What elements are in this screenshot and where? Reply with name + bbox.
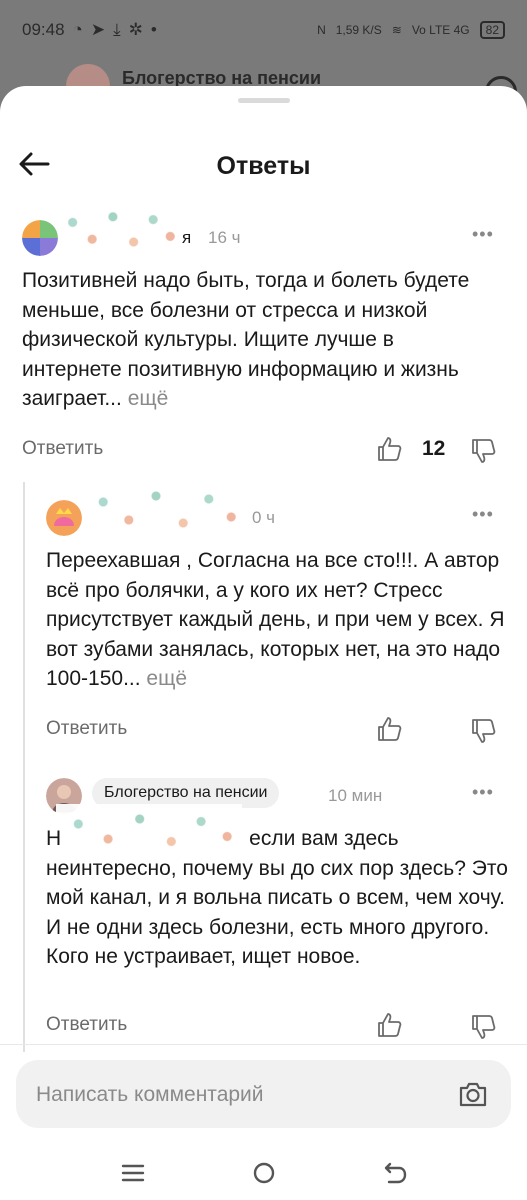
comment-text: Переехавшая , Согласна на все сто!!!. А …: [46, 549, 505, 690]
author-name-obscured: [84, 478, 244, 538]
more-dots-icon[interactable]: •••: [472, 224, 494, 245]
more-dots-icon[interactable]: •••: [472, 504, 494, 525]
comment-actions: Ответить: [0, 1006, 527, 1046]
thumb-up-icon[interactable]: [376, 436, 402, 462]
replies-sheet: Ответы я 16 ч ••• Позитивней надо быть, …: [0, 86, 527, 1200]
comment-actions: Ответить 12: [0, 430, 527, 470]
status-time: 09:48: [22, 20, 65, 39]
sheet-handle[interactable]: [238, 98, 290, 103]
comment-input-box[interactable]: [16, 1060, 511, 1130]
settings-icon: ✲: [128, 20, 143, 39]
battery-icon: 82: [479, 21, 505, 39]
avatar[interactable]: [46, 500, 82, 536]
more-dots-icon[interactable]: •••: [472, 782, 494, 803]
nfc-icon: N: [317, 23, 326, 37]
author-name-obscured: [58, 200, 180, 256]
download-icon: ⤓: [113, 20, 121, 39]
input-divider: [0, 1044, 527, 1045]
home-circle-icon[interactable]: [249, 1158, 279, 1188]
wifi-icon: ≋: [391, 23, 402, 37]
thumb-up-icon[interactable]: [376, 1012, 402, 1038]
comment-text: Несли вам здесь неинтересно, почему вы д…: [46, 827, 508, 968]
whatsapp-icon: ◔: [72, 20, 83, 39]
comment-time: 0 ч: [252, 508, 276, 527]
comment-time: 10 мин: [328, 786, 383, 805]
show-more-link[interactable]: ещё: [128, 387, 169, 410]
status-bar: 09:48 ◔ ➤ ⤓ ✲ • N 1,59 K/S ≋ Vo LTE 4G 8…: [0, 0, 527, 60]
comment-actions: Ответить: [0, 710, 527, 750]
thumb-down-icon[interactable]: [470, 1014, 496, 1040]
comment: я 16 ч ••• Позитивней надо быть, тогда и…: [0, 200, 527, 476]
sheet-header: Ответы: [0, 128, 527, 198]
reply-button[interactable]: Ответить: [46, 718, 127, 740]
comment: 0 ч ••• Переехавшая , Согласна на все ст…: [0, 478, 527, 756]
reply-button[interactable]: Ответить: [22, 438, 103, 460]
sheet-title: Ответы: [216, 152, 311, 180]
like-count: 12: [422, 437, 446, 460]
back-nav-icon[interactable]: [381, 1158, 411, 1188]
thumb-down-icon[interactable]: [470, 718, 496, 744]
reply-button[interactable]: Ответить: [46, 1014, 127, 1036]
comment-text: Позитивней надо быть, тогда и болеть буд…: [22, 269, 470, 410]
network-speed: 1,59 K/S: [335, 23, 382, 37]
telegram-icon: ➤: [90, 20, 106, 39]
comment: Блогерство на пенсии 10 мин ••• Несли ва…: [0, 776, 527, 1046]
thumb-down-icon[interactable]: [470, 438, 496, 464]
show-more-link[interactable]: ещё: [146, 667, 187, 690]
network-type: Vo LTE 4G: [411, 23, 470, 37]
comment-time: 16 ч: [208, 228, 241, 247]
thumb-up-icon[interactable]: [376, 716, 402, 742]
dot-icon: •: [150, 20, 157, 39]
avatar[interactable]: [22, 220, 58, 256]
camera-icon[interactable]: [457, 1078, 489, 1110]
comment-author[interactable]: я: [182, 228, 191, 248]
comment-input[interactable]: [34, 1060, 448, 1130]
menu-icon[interactable]: [118, 1158, 148, 1188]
system-nav-bar: [0, 1146, 527, 1200]
